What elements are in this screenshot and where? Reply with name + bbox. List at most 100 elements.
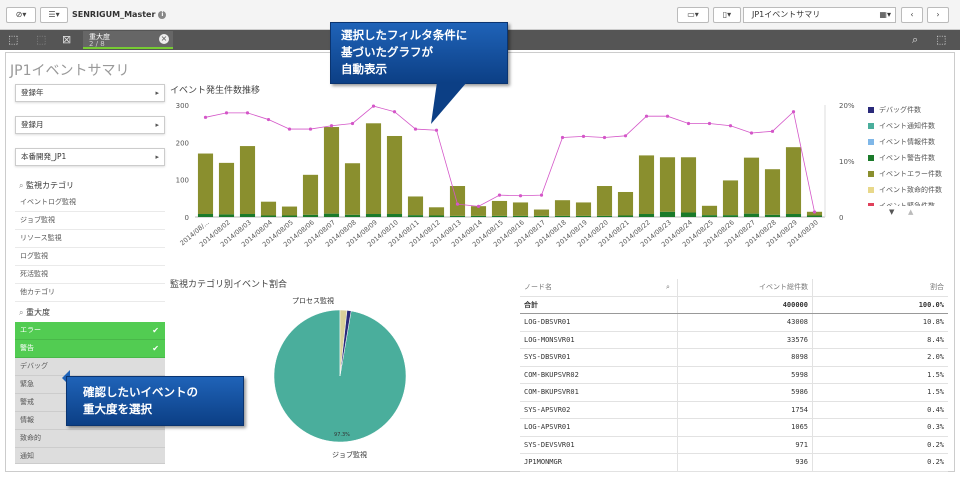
list-item[interactable]: ログ監視 — [15, 248, 165, 266]
navigation-menu-button[interactable]: ⊘▾ — [6, 7, 36, 23]
legend-label: イベント致命的件数 — [879, 186, 942, 194]
list-item[interactable]: デバッグ — [15, 358, 165, 376]
bar-error — [533, 209, 550, 216]
legend-label: イベント情報件数 — [879, 138, 935, 146]
filter-month[interactable]: 登録月 ▸ — [15, 116, 165, 134]
column-header-ratio[interactable]: 割合 — [930, 279, 944, 296]
ratio-point — [665, 114, 670, 118]
bar-error — [260, 201, 277, 216]
filter-environment[interactable]: 本番開発_JP1 ▸ — [15, 148, 165, 166]
table-row[interactable]: LOG-MONSVR01 33576 8.4% — [520, 332, 948, 349]
event-ratio: 8.4% — [927, 335, 944, 344]
legend-item[interactable]: イベントエラー件数 — [868, 168, 942, 180]
bar-warning — [470, 215, 487, 217]
list-item[interactable]: 他カテゴリ — [15, 284, 165, 302]
table-row[interactable]: COM-BKUPSVR02 5998 1.5% — [520, 367, 948, 384]
column-header-node[interactable]: ノード名 — [524, 279, 552, 296]
ratio-point — [602, 135, 607, 140]
bar-error — [764, 169, 781, 215]
presentation-button[interactable]: ▭▾ — [677, 7, 709, 23]
selection-tool-icon[interactable]: ⬚ — [936, 33, 946, 47]
legend-swatch — [868, 123, 874, 129]
legend-item[interactable]: イベント情報件数 — [868, 136, 935, 148]
severity-item-error[interactable]: エラー ✔ — [15, 322, 165, 340]
node-name: LOG-MONSVR01 — [524, 335, 575, 344]
y-tick-label: 0 — [185, 214, 189, 222]
node-name: SYS-DEVSVR01 — [524, 440, 575, 449]
list-item[interactable]: 致命的 — [15, 430, 165, 448]
table-row[interactable]: LOG-DBSVR01 43008 10.8% — [520, 314, 948, 332]
close-icon[interactable]: × — [159, 34, 169, 44]
ratio-point — [455, 202, 460, 206]
info-icon[interactable]: i — [158, 10, 167, 19]
event-count: 971 — [795, 440, 808, 449]
column-header-count[interactable]: イベント総件数 — [759, 279, 808, 296]
table-row[interactable]: JP1MONMGR 936 0.2% — [520, 454, 948, 472]
ratio-point — [476, 204, 481, 208]
table-row[interactable]: SYS-DBSVR01 8098 2.0% — [520, 349, 948, 367]
legend-item[interactable]: デバッグ件数 — [868, 104, 921, 116]
search-icon[interactable]: ⌕ — [912, 33, 918, 47]
legend-scroll-up-icon[interactable]: ▲ — [908, 208, 913, 216]
table-row[interactable]: COM-BKUPSVR01 5986 1.5% — [520, 384, 948, 402]
global-menu-button[interactable]: ☰▾ — [40, 7, 68, 23]
list-item[interactable]: 通知 — [15, 448, 165, 464]
bar-warning — [554, 215, 571, 217]
pie-label-job: ジョブ監視 — [332, 451, 367, 459]
bar-error — [575, 202, 592, 216]
sheet-grid-icon: ▦▾ — [879, 10, 891, 19]
bar-warning — [218, 214, 235, 217]
clear-all-icon[interactable]: ⊠ — [62, 33, 71, 47]
severity-list-header[interactable]: ⌕ 重大度 — [15, 305, 165, 321]
table-row[interactable]: LOG-APSVR01 1065 0.3% — [520, 419, 948, 437]
category-list-header[interactable]: ⌕ 監視カテゴリ — [15, 178, 165, 194]
bar-error — [449, 186, 466, 216]
ratio-point — [770, 129, 775, 133]
bar-warning — [302, 214, 319, 217]
bar-error — [722, 180, 739, 216]
table-row[interactable]: SYS-APSVR02 1754 0.4% — [520, 402, 948, 419]
legend-item[interactable]: イベント致命的件数 — [868, 184, 942, 196]
sheet-selector[interactable]: JP1イベントサマリ ▦▾ — [743, 7, 896, 23]
list-item[interactable]: ジョブ監視 — [15, 212, 165, 230]
selection-count: 2 / 8 — [89, 40, 105, 48]
next-sheet-button[interactable]: › — [927, 7, 949, 23]
legend-item[interactable]: イベント警告件数 — [868, 152, 935, 164]
search-icon: ⌕ — [19, 181, 27, 190]
table-row[interactable]: SYS-DEVSVR01 971 0.2% — [520, 437, 948, 454]
step-forward-icon[interactable]: ⬚ — [36, 33, 46, 47]
list-item[interactable]: イベントログ監視 — [15, 194, 165, 212]
monitor-icon: ▭▾ — [687, 10, 699, 19]
bar-error — [680, 157, 697, 213]
previous-sheet-button[interactable]: ‹ — [901, 7, 923, 23]
legend-item[interactable]: イベント緊急件数 — [868, 200, 935, 206]
chevron-right-icon: ▸ — [155, 121, 159, 129]
ratio-point — [329, 124, 334, 128]
legend-item[interactable]: イベント通知件数 — [868, 120, 935, 132]
filter-year[interactable]: 登録年 ▸ — [15, 84, 165, 102]
selection-chip-severity[interactable]: 重大度 2 / 8 × — [83, 31, 173, 49]
severity-item-warning[interactable]: 警告 ✔ — [15, 340, 165, 358]
bookmark-button[interactable]: ▯▾ — [713, 7, 741, 23]
event-count: 936 — [795, 458, 808, 466]
legend-scroll-down-icon[interactable]: ▼ — [889, 208, 894, 216]
ratio-point — [392, 110, 397, 114]
table-total-row: 合計 400000 100.0% — [520, 297, 948, 314]
step-back-icon[interactable]: ⬚ — [8, 33, 18, 47]
ratio-point — [434, 128, 439, 132]
list-item[interactable]: 死活監視 — [15, 266, 165, 284]
search-icon[interactable]: ⌕ — [666, 279, 670, 296]
ratio-point — [812, 210, 817, 214]
bar-warning — [281, 215, 298, 217]
list-item[interactable]: リソース監視 — [15, 230, 165, 248]
event-ratio: 0.3% — [927, 423, 944, 431]
legend-swatch — [868, 171, 874, 177]
event-trend-chart[interactable]: 300200100020%10%02014/08/...2014/08/0220… — [165, 95, 865, 270]
category-pie-chart[interactable]: 97.3% — [270, 300, 410, 450]
ratio-point — [749, 131, 754, 135]
ratio-point — [224, 111, 229, 115]
bar-error — [365, 123, 382, 215]
bar-warning — [323, 213, 340, 217]
bar-warning — [659, 211, 676, 217]
node-table: ノード名 ⌕ イベント総件数 割合 合計 400000 100.0% LOG-D… — [520, 279, 948, 472]
